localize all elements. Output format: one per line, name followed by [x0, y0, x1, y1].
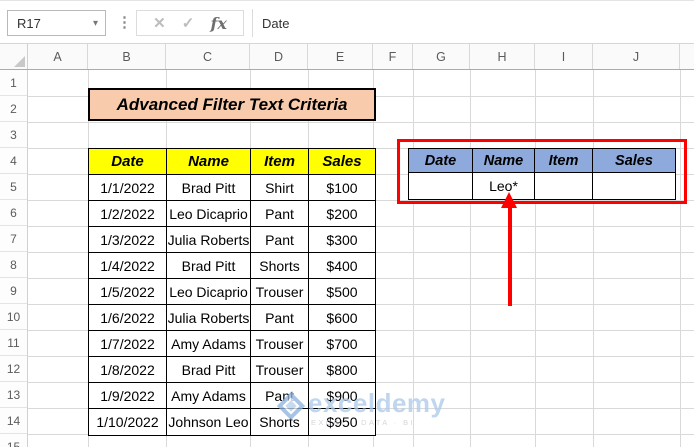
column-header-A[interactable]: A	[28, 44, 88, 69]
row-header-7[interactable]: 7	[0, 226, 27, 252]
data-table-cell-7-0[interactable]: 1/7/2022	[89, 331, 167, 357]
column-headers: ABCDEFGHIJ	[0, 44, 694, 70]
data-table-cell-8-2[interactable]: Trouser	[251, 357, 309, 383]
data-table-cell-9-0[interactable]: 1/9/2022	[89, 383, 167, 409]
watermark-tagline: EXCEL · DATA · BI	[311, 418, 416, 427]
column-header-E[interactable]: E	[308, 44, 373, 69]
row-header-15[interactable]: 15	[0, 434, 27, 447]
data-table-cell-4-0[interactable]: 1/4/2022	[89, 253, 167, 279]
column-header-H[interactable]: H	[470, 44, 535, 69]
data-table-cell-1-3[interactable]: $100	[309, 175, 375, 201]
data-table-header-date[interactable]: Date	[89, 149, 167, 175]
row-header-12[interactable]: 12	[0, 356, 27, 382]
gridline-vertical	[470, 70, 471, 447]
data-table-cell-8-3[interactable]: $800	[309, 357, 375, 383]
row-header-4[interactable]: 4	[0, 148, 27, 174]
data-table-cell-5-3[interactable]: $500	[309, 279, 375, 305]
data-table-cell-6-3[interactable]: $600	[309, 305, 375, 331]
data-table-cell-8-0[interactable]: 1/8/2022	[89, 357, 167, 383]
data-table-cell-4-1[interactable]: Brad Pitt	[167, 253, 251, 279]
column-header-I[interactable]: I	[535, 44, 593, 69]
gridline-vertical	[680, 70, 681, 447]
confirm-icon[interactable]: ✓	[182, 14, 195, 32]
row-header-11[interactable]: 11	[0, 330, 27, 356]
title-banner-cell[interactable]: Advanced Filter Text Criteria	[88, 88, 376, 121]
name-box-value: R17	[17, 15, 41, 31]
data-table-cell-6-1[interactable]: Julia Roberts	[167, 305, 251, 331]
select-all-triangle-icon	[14, 56, 25, 67]
name-box[interactable]: R17 ▾	[7, 10, 106, 36]
data-table-cell-2-1[interactable]: Leo Dicaprio	[167, 201, 251, 227]
data-table-cell-7-3[interactable]: $700	[309, 331, 375, 357]
data-table-cell-1-1[interactable]: Brad Pitt	[167, 175, 251, 201]
data-table-cell-6-2[interactable]: Pant	[251, 305, 309, 331]
data-table-cell-4-3[interactable]: $400	[309, 253, 375, 279]
red-arrow-line	[508, 206, 512, 306]
watermark-brand: exceldemy	[308, 388, 446, 418]
data-table-cell-10-0[interactable]: 1/10/2022	[89, 409, 167, 435]
data-table-cell-10-1[interactable]: Johnson Leo	[167, 409, 251, 435]
column-header-F[interactable]: F	[373, 44, 413, 69]
data-table-header-item[interactable]: Item	[251, 149, 309, 175]
row-header-1[interactable]: 1	[0, 70, 27, 96]
data-table-cell-5-0[interactable]: 1/5/2022	[89, 279, 167, 305]
column-header-D[interactable]: D	[250, 44, 308, 69]
column-header-J[interactable]: J	[593, 44, 680, 69]
row-header-6[interactable]: 6	[0, 200, 27, 226]
row-header-13[interactable]: 13	[0, 382, 27, 408]
data-table-cell-8-1[interactable]: Brad Pitt	[167, 357, 251, 383]
data-table-cell-7-1[interactable]: Amy Adams	[167, 331, 251, 357]
column-header-C[interactable]: C	[166, 44, 250, 69]
data-table-cell-3-2[interactable]: Pant	[251, 227, 309, 253]
data-table-cell-2-0[interactable]: 1/2/2022	[89, 201, 167, 227]
data-table-cell-3-0[interactable]: 1/3/2022	[89, 227, 167, 253]
row-header-5[interactable]: 5	[0, 174, 27, 200]
row-header-2[interactable]: 2	[0, 96, 27, 122]
data-table-cell-5-1[interactable]: Leo Dicaprio	[167, 279, 251, 305]
exceldemy-logo-icon	[276, 391, 306, 421]
data-table-cell-5-2[interactable]: Trouser	[251, 279, 309, 305]
column-header-B[interactable]: B	[88, 44, 166, 69]
more-dots-icon: ⋮	[117, 14, 132, 31]
formula-bar: R17 ▾ ⋮ ✕ ✓ fx Date	[0, 0, 694, 44]
data-table-cell-7-2[interactable]: Trouser	[251, 331, 309, 357]
data-table-cell-2-3[interactable]: $200	[309, 201, 375, 227]
row-header-8[interactable]: 8	[0, 252, 27, 278]
formula-bar-divider	[252, 9, 253, 37]
data-table-cell-6-0[interactable]: 1/6/2022	[89, 305, 167, 331]
data-table-header-name[interactable]: Name	[167, 149, 251, 175]
select-all-corner[interactable]	[0, 44, 28, 69]
row-header-14[interactable]: 14	[0, 408, 27, 434]
data-table-header-sales[interactable]: Sales	[309, 149, 375, 175]
row-headers: 1 2 3 4 5 6 7 8 9 10 11 12 13 14 15	[0, 70, 28, 447]
cancel-icon[interactable]: ✕	[153, 14, 166, 32]
gridline-vertical	[593, 70, 594, 447]
data-table-cell-3-3[interactable]: $300	[309, 227, 375, 253]
row-header-10[interactable]: 10	[0, 304, 27, 330]
data-table-cell-9-1[interactable]: Amy Adams	[167, 383, 251, 409]
row-header-9[interactable]: 9	[0, 278, 27, 304]
row-header-3[interactable]: 3	[0, 122, 27, 148]
chevron-down-icon[interactable]: ▾	[93, 18, 105, 29]
data-table-cell-1-0[interactable]: 1/1/2022	[89, 175, 167, 201]
data-table-cell-4-2[interactable]: Shorts	[251, 253, 309, 279]
column-header-G[interactable]: G	[413, 44, 470, 69]
excel-window: R17 ▾ ⋮ ✕ ✓ fx Date ABCDEFGHIJ 123456789…	[0, 0, 694, 447]
gridline-vertical	[535, 70, 536, 447]
watermark: exceldemy EXCEL · DATA · BI	[276, 388, 446, 427]
data-table-cell-3-1[interactable]: Julia Roberts	[167, 227, 251, 253]
gridline-horizontal	[28, 122, 694, 123]
formula-buttons-group: ✕ ✓ fx	[136, 10, 244, 36]
data-table-cell-1-2[interactable]: Shirt	[251, 175, 309, 201]
insert-function-icon[interactable]: fx	[210, 14, 226, 33]
criteria-highlight-rectangle	[397, 139, 687, 204]
data-table-cell-2-2[interactable]: Pant	[251, 201, 309, 227]
formula-input[interactable]: Date	[262, 1, 682, 45]
